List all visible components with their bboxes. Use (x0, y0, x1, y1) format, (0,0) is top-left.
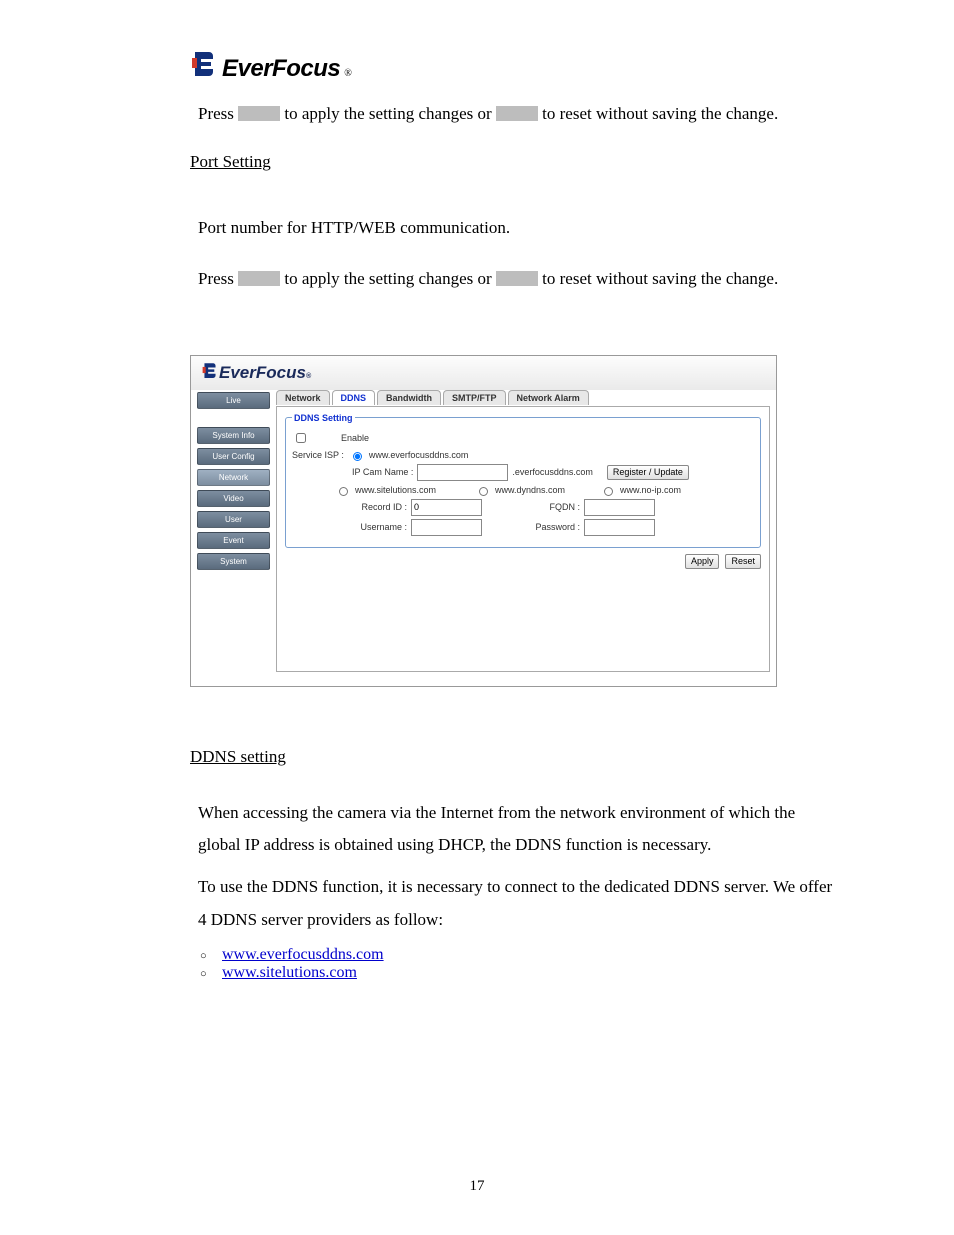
text: to reset without saving the change. (538, 104, 778, 123)
ddns-provider-list: www.everfocusddns.com www.sitelutions.co… (190, 946, 834, 982)
reset-button[interactable]: Reset (725, 554, 761, 569)
sidebar-item-event[interactable]: Event (197, 532, 270, 549)
ss-header: EverFocus ® (191, 356, 776, 390)
page-number: 17 (0, 1178, 954, 1195)
username-label: Username : (352, 522, 407, 532)
sidebar-item-user[interactable]: User (197, 511, 270, 528)
isp-sitelutions-label: www.sitelutions.com (355, 485, 470, 495)
apply-button-placeholder (238, 106, 280, 121)
text: Press (198, 104, 238, 123)
isp-noip-radio[interactable] (604, 487, 613, 496)
text: to reset without saving the change. (538, 269, 778, 288)
press-apply-reset-1: Press to apply the setting changes or to… (198, 98, 834, 130)
isp-dyndns-radio[interactable] (479, 487, 488, 496)
apply-button-placeholder (238, 271, 280, 286)
domain-suffix: .everfocusddns.com (512, 467, 593, 477)
list-item: www.sitelutions.com (200, 964, 834, 982)
sidebar: Live System Info User Config Network Vid… (191, 390, 276, 686)
reset-button-placeholder (496, 106, 538, 121)
ddns-paragraph-1: When accessing the camera via the Intern… (198, 797, 834, 862)
text: to apply the setting changes or (280, 104, 496, 123)
isp-everfocus-radio[interactable] (353, 452, 362, 461)
section-port-setting: Port Setting (190, 152, 834, 172)
tab-network-alarm[interactable]: Network Alarm (508, 390, 589, 405)
enable-checkbox[interactable] (296, 433, 306, 443)
text: to apply the setting changes or (280, 269, 496, 288)
recordid-label: Record ID : (352, 502, 407, 512)
ss-brand-reg: ® (306, 373, 311, 380)
tab-bandwidth[interactable]: Bandwidth (377, 390, 441, 405)
port-desc: Port number for HTTP/WEB communication. (198, 212, 834, 244)
tab-smtp-ftp[interactable]: SMTP/FTP (443, 390, 506, 405)
sidebar-item-system[interactable]: System (197, 553, 270, 570)
recordid-input[interactable] (411, 499, 482, 516)
isp-sitelutions-radio[interactable] (339, 487, 348, 496)
ipcam-name-input[interactable] (417, 464, 508, 481)
press-apply-reset-2: Press to apply the setting changes or to… (198, 263, 834, 295)
isp-dyndns-label: www.dyndns.com (495, 485, 595, 495)
sidebar-item-video[interactable]: Video (197, 490, 270, 507)
sidebar-item-network[interactable]: Network (197, 469, 270, 486)
logo-mark-icon (201, 362, 219, 378)
section-ddns-setting: DDNS setting (190, 747, 834, 767)
service-isp-label: Service ISP : (292, 450, 344, 460)
fqdn-input[interactable] (584, 499, 655, 516)
password-label: Password : (525, 522, 580, 532)
brand-name: EverFocus (222, 55, 340, 83)
ddns-legend: DDNS Setting (292, 413, 355, 423)
ss-brand-name: EverFocus (219, 363, 306, 383)
link-sitelutions[interactable]: www.sitelutions.com (222, 964, 357, 981)
tabs: Network DDNS Bandwidth SMTP/FTP Network … (276, 390, 770, 405)
ipcam-name-label: IP Cam Name : (352, 467, 413, 477)
fqdn-label: FQDN : (525, 502, 580, 512)
tab-network[interactable]: Network (276, 390, 330, 405)
password-input[interactable] (584, 519, 655, 536)
username-input[interactable] (411, 519, 482, 536)
ddns-panel: DDNS Setting Enable Service ISP : www.ev… (276, 406, 770, 672)
tab-ddns[interactable]: DDNS (332, 390, 376, 405)
ddns-paragraph-2: To use the DDNS function, it is necessar… (198, 871, 834, 936)
list-item: www.everfocusddns.com (200, 946, 834, 964)
link-everfocusddns[interactable]: www.everfocusddns.com (222, 946, 384, 963)
isp-noip-label: www.no-ip.com (620, 485, 681, 495)
sidebar-item-user-config[interactable]: User Config (197, 448, 270, 465)
brand-logo: EverFocus ® (190, 50, 834, 83)
register-update-button[interactable]: Register / Update (607, 465, 689, 480)
logo-mark-icon (190, 50, 218, 81)
text: Press (198, 269, 238, 288)
brand-reg: ® (344, 68, 352, 79)
enable-label: Enable (341, 433, 369, 443)
reset-button-placeholder (496, 271, 538, 286)
ddns-settings-screenshot: EverFocus ® Live System Info User Config… (190, 355, 777, 687)
apply-button[interactable]: Apply (685, 554, 720, 569)
sidebar-item-live[interactable]: Live (197, 392, 270, 409)
sidebar-item-system-info[interactable]: System Info (197, 427, 270, 444)
ddns-fieldset: DDNS Setting Enable Service ISP : www.ev… (285, 413, 761, 548)
isp-everfocus-label: www.everfocusddns.com (369, 450, 469, 460)
